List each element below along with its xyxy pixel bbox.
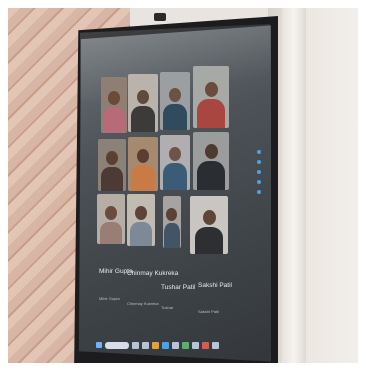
participant-name: Tushar Patil (161, 284, 196, 291)
participant-tile (97, 194, 125, 244)
participant-tile (163, 196, 181, 248)
participant-tile (193, 66, 229, 128)
participant-tile (128, 137, 158, 191)
start-icon[interactable] (96, 342, 102, 348)
app-icon[interactable] (212, 341, 219, 349)
webcam (154, 13, 166, 21)
participant-subtitle: Tushar (161, 305, 174, 310)
control-icon[interactable] (257, 180, 261, 184)
control-icon[interactable] (257, 170, 261, 174)
participant-tile (160, 135, 190, 190)
taskbar (96, 337, 266, 353)
app-icon[interactable] (202, 341, 209, 349)
participant-name: Chinmay Kukreka (127, 270, 179, 277)
photo-scene: Mihir Gupta Mihir Gupta Chinmay Kukreka … (0, 0, 366, 371)
control-icon[interactable] (257, 190, 261, 194)
participant-tile (98, 139, 126, 191)
search-input[interactable] (105, 341, 129, 349)
participant-tile (128, 74, 158, 132)
app-icon[interactable] (132, 341, 139, 349)
app-icon[interactable] (192, 341, 199, 349)
control-icon[interactable] (257, 150, 261, 154)
participant-tile (127, 194, 155, 246)
app-icon[interactable] (172, 341, 179, 349)
participant-subtitle: Mihir Gupta (99, 296, 120, 301)
participant-name: Sakshi Patil (198, 282, 232, 289)
participant-subtitle: Sakshi Patil (198, 309, 219, 314)
participant-tile (190, 196, 228, 254)
participant-tile (101, 77, 127, 133)
meeting-side-controls (256, 150, 262, 230)
participant-tile (160, 72, 190, 130)
app-icon[interactable] (182, 341, 189, 349)
control-icon[interactable] (257, 160, 261, 164)
app-icon[interactable] (142, 341, 149, 349)
participant-tile (193, 132, 229, 190)
participant-subtitle: Chinmay Kukreka (127, 301, 159, 306)
wall-pillar (282, 0, 306, 371)
app-icon[interactable] (152, 341, 159, 349)
app-icon[interactable] (162, 341, 169, 349)
